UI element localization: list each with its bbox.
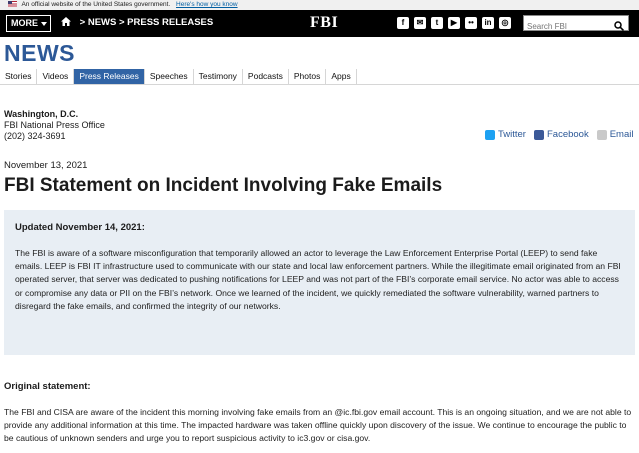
- email-icon: [596, 129, 607, 140]
- breadcrumb-press-releases[interactable]: > PRESS RELEASES: [119, 17, 213, 28]
- share-email-link[interactable]: Email: [596, 129, 634, 140]
- share-facebook-label: Facebook: [546, 129, 589, 140]
- breadcrumb-news[interactable]: > NEWS: [80, 17, 117, 28]
- tab-speeches[interactable]: Speeches: [145, 69, 194, 84]
- tab-apps[interactable]: Apps: [326, 69, 357, 84]
- contact-phone: (202) 324-3691: [4, 131, 66, 141]
- home-icon[interactable]: [61, 17, 71, 29]
- contact-city: Washington, D.C.: [4, 109, 79, 119]
- share-twitter-label: Twitter: [498, 129, 526, 140]
- top-navigation-bar: MORE > NEWS > PRESS RELEASES FBI f ✉ t ▶…: [0, 10, 639, 37]
- heres-how-you-know-link[interactable]: Here's how you know: [176, 1, 238, 8]
- flickr-icon[interactable]: ••: [465, 17, 477, 29]
- original-statement-heading: Original statement:: [4, 381, 91, 392]
- twitter-icon[interactable]: t: [431, 17, 443, 29]
- social-icons: f ✉ t ▶ •• in ◎: [397, 17, 511, 29]
- update-callout: Updated November 14, 2021: The FBI is aw…: [4, 210, 635, 355]
- gov-banner-text: An official website of the United States…: [21, 1, 171, 8]
- share-links: Twitter Facebook Email: [485, 129, 633, 140]
- email-icon[interactable]: ✉: [414, 17, 426, 29]
- search-box: [523, 15, 629, 34]
- tab-podcasts[interactable]: Podcasts: [243, 69, 289, 84]
- original-statement-text: The FBI and CISA are aware of the incide…: [4, 407, 632, 444]
- article-title: FBI Statement on Incident Involving Fake…: [4, 175, 443, 196]
- linkedin-icon[interactable]: in: [482, 17, 494, 29]
- share-facebook-link[interactable]: Facebook: [533, 129, 589, 140]
- tab-videos[interactable]: Videos: [37, 69, 75, 84]
- search-input[interactable]: [524, 19, 610, 34]
- youtube-icon[interactable]: ▶: [448, 17, 460, 29]
- fbi-logo[interactable]: FBI: [310, 14, 338, 32]
- tab-press-releases[interactable]: Press Releases: [74, 69, 145, 84]
- twitter-icon: [485, 129, 495, 140]
- update-text: The FBI is aware of a software misconfig…: [15, 248, 621, 311]
- article-date: November 13, 2021: [4, 160, 88, 171]
- press-contact: Washington, D.C. FBI National Press Offi…: [4, 109, 105, 142]
- chevron-down-icon: [41, 21, 47, 26]
- share-twitter-link[interactable]: Twitter: [485, 129, 526, 140]
- update-heading: Updated November 14, 2021:: [15, 222, 145, 233]
- tab-photos[interactable]: Photos: [289, 69, 327, 84]
- tab-testimony[interactable]: Testimony: [194, 69, 243, 84]
- more-menu-label: MORE: [11, 18, 38, 28]
- section-title: NEWS: [4, 40, 75, 66]
- facebook-icon[interactable]: f: [397, 17, 409, 29]
- breadcrumb: > NEWS > PRESS RELEASES: [61, 17, 213, 29]
- share-email-label: Email: [609, 129, 634, 140]
- tab-stories[interactable]: Stories: [0, 69, 38, 84]
- search-icon[interactable]: [614, 18, 625, 36]
- facebook-icon: [533, 129, 544, 140]
- gov-banner: An official website of the United States…: [0, 0, 639, 10]
- contact-office: FBI National Press Office: [4, 120, 105, 130]
- us-flag-icon: [8, 1, 17, 8]
- instagram-icon[interactable]: ◎: [499, 17, 511, 29]
- more-menu-button[interactable]: MORE: [6, 15, 51, 32]
- news-tabs: Stories Videos Press Releases Speeches T…: [0, 69, 639, 85]
